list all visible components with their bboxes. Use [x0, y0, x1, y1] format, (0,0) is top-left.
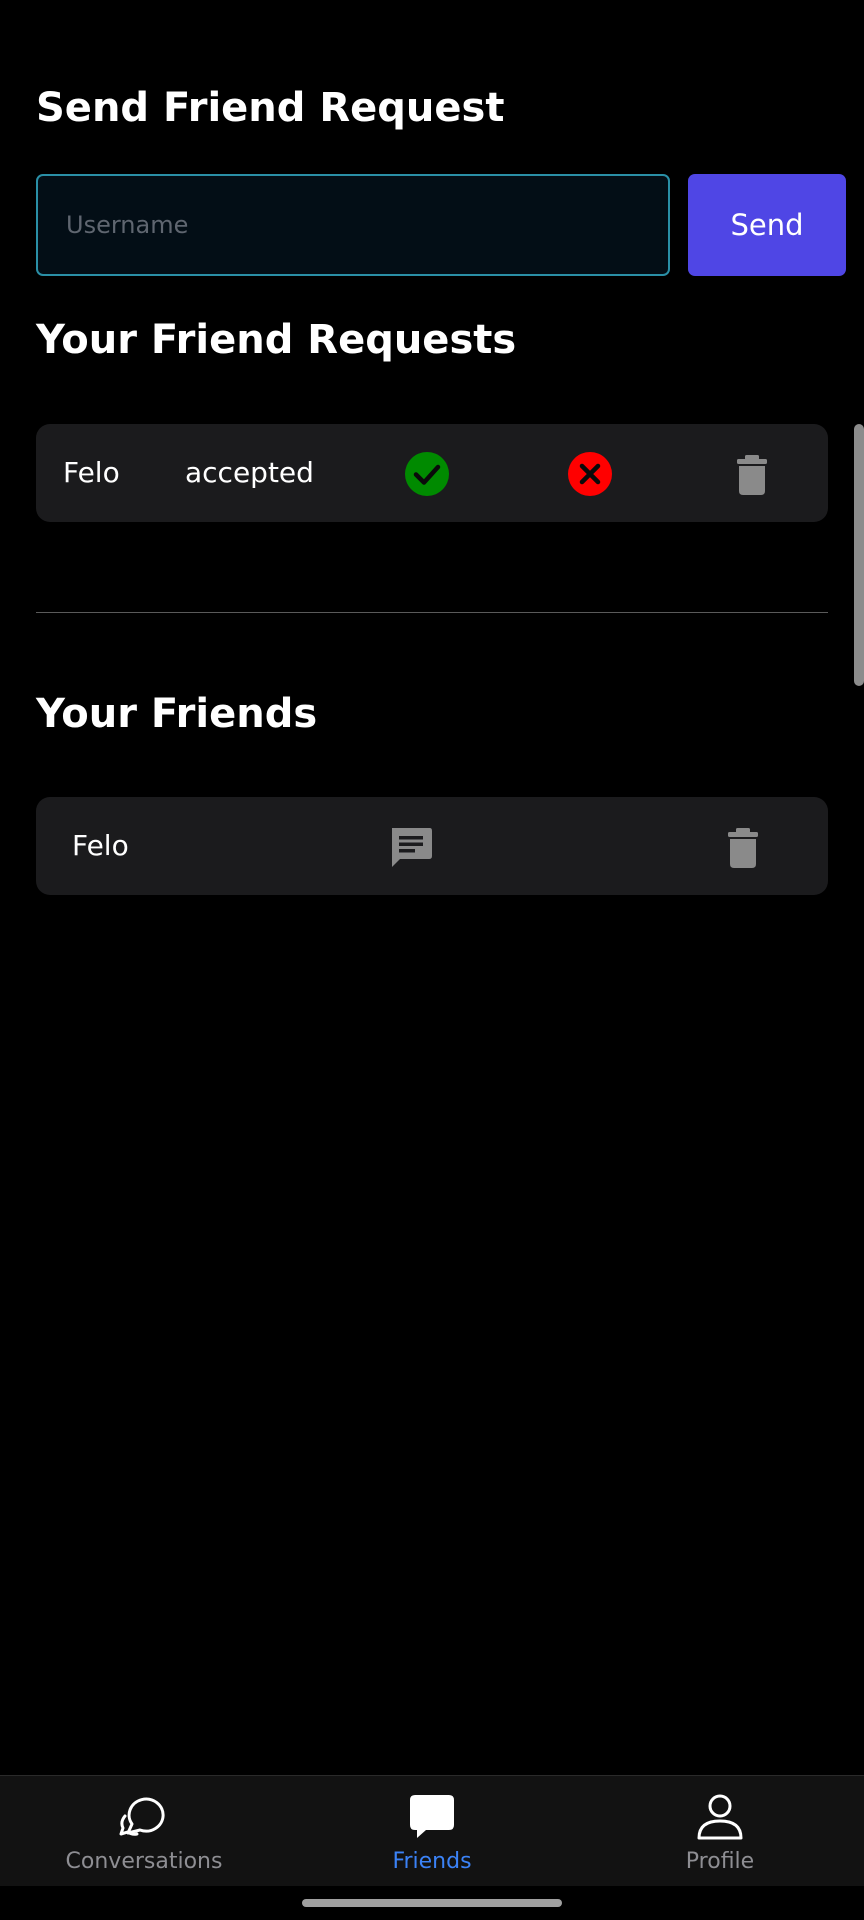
friend-row: Felo — [36, 797, 828, 895]
friend-requests-title: Your Friend Requests — [36, 317, 517, 363]
username-input[interactable] — [36, 174, 670, 276]
friend-request-row: Felo accepted — [36, 424, 828, 522]
tab-label-profile: Profile — [685, 1849, 755, 1874]
check-circle-icon[interactable] — [404, 451, 450, 497]
send-request-title: Send Friend Request — [36, 85, 505, 131]
tab-friends[interactable]: Friends — [288, 1776, 576, 1886]
trash-icon[interactable] — [720, 824, 766, 870]
send-button[interactable]: Send — [688, 174, 846, 276]
home-indicator[interactable] — [302, 1899, 562, 1907]
tab-label-conversations: Conversations — [65, 1849, 223, 1874]
tab-profile[interactable]: Profile — [576, 1776, 864, 1886]
friend-username: Felo — [72, 829, 129, 862]
tab-conversations[interactable]: Conversations — [0, 1776, 288, 1886]
section-divider — [36, 612, 828, 613]
request-username: Felo — [63, 456, 120, 489]
bottom-tab-bar: Conversations Friends Profile — [0, 1775, 864, 1886]
message-icon[interactable] — [388, 824, 434, 870]
scrollbar-thumb[interactable] — [854, 424, 864, 686]
trash-icon[interactable] — [729, 451, 775, 497]
chat-bubble-icon — [406, 1790, 458, 1842]
friends-title: Your Friends — [36, 691, 318, 737]
chat-bubbles-icon — [118, 1790, 170, 1842]
request-status: accepted — [185, 456, 314, 489]
person-icon — [694, 1790, 746, 1842]
x-circle-icon[interactable] — [567, 451, 613, 497]
tab-label-friends: Friends — [392, 1849, 472, 1874]
